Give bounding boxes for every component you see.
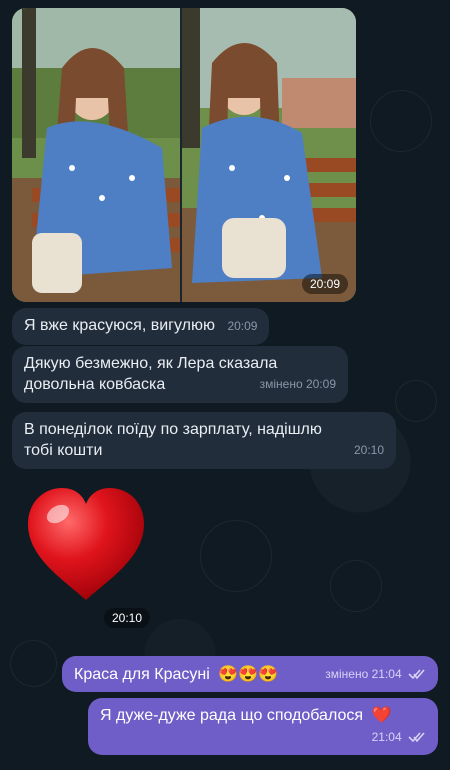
message-edited-time: змінено 20:09 bbox=[259, 377, 336, 391]
message-text-line-1: Дякую безмежно, як Лера сказала bbox=[24, 355, 278, 372]
red-heart-emoji: ❤️ bbox=[371, 707, 392, 724]
message-time: 20:10 bbox=[353, 443, 384, 457]
message-text-line-2: тобі кошти bbox=[24, 442, 103, 459]
album-timestamp: 20:09 bbox=[301, 274, 348, 294]
photo-2[interactable] bbox=[182, 8, 356, 302]
heart-sticker[interactable] bbox=[24, 484, 148, 604]
message-text-line-1: В понеділок поїду по зарплату, надішлю bbox=[24, 421, 322, 438]
wallpaper-doodle bbox=[10, 640, 57, 687]
incoming-message-3[interactable]: В понеділок поїду по зарплату, надішлю т… bbox=[12, 412, 396, 469]
message-text-line-2: довольна ковбаска bbox=[24, 376, 166, 393]
wallpaper-doodle bbox=[200, 520, 272, 592]
message-edited-time: змінено 21:04 bbox=[325, 664, 426, 685]
message-text: Я вже красуюся, вигулюю bbox=[24, 317, 215, 334]
sticker-timestamp: 20:10 bbox=[104, 608, 151, 628]
wallpaper-doodle bbox=[330, 560, 382, 612]
heart-icon bbox=[28, 488, 144, 600]
wallpaper-doodle bbox=[370, 90, 432, 152]
message-text: Краса для Красуні bbox=[74, 665, 210, 683]
message-time: 20:09 bbox=[227, 319, 258, 333]
read-ticks-icon bbox=[408, 668, 425, 679]
photo-1[interactable] bbox=[12, 8, 180, 302]
outgoing-message-1[interactable]: Краса для Красуні 😍😍😍 змінено 21:04 bbox=[62, 656, 438, 692]
read-ticks-icon bbox=[408, 732, 425, 743]
outgoing-message-2[interactable]: Я дуже-дуже рада що сподобалося ❤️ 21:04 bbox=[88, 698, 438, 755]
message-time: 21:04 bbox=[372, 730, 426, 744]
message-text: Я дуже-дуже рада що сподобалося bbox=[100, 707, 364, 724]
heart-eyes-emoji: 😍😍😍 bbox=[218, 665, 278, 683]
incoming-message-2[interactable]: Дякую безмежно, як Лера сказала довольна… bbox=[12, 346, 348, 403]
incoming-message-1[interactable]: Я вже красуюся, вигулюю 20:09 bbox=[12, 308, 270, 345]
photo-album[interactable]: 20:09 bbox=[12, 8, 356, 302]
wallpaper-doodle bbox=[395, 380, 437, 422]
